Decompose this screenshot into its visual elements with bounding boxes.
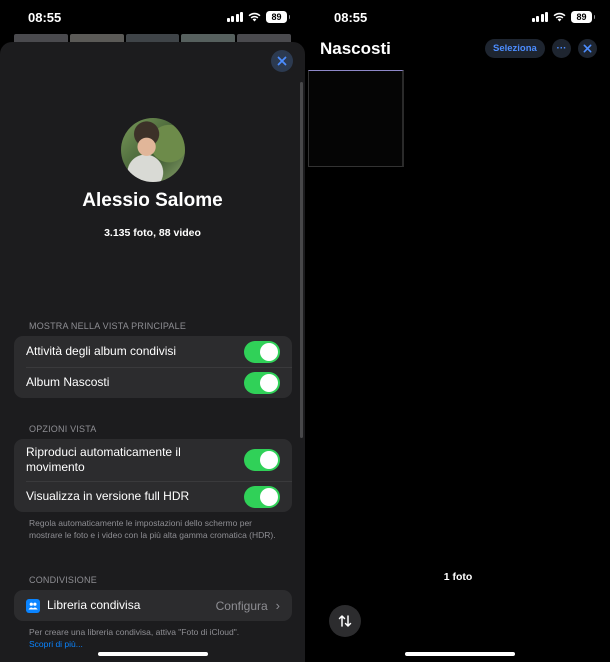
photo-count: 1 foto xyxy=(443,571,473,583)
sort-arrows-icon xyxy=(338,615,352,627)
status-icons: 89 xyxy=(531,11,595,23)
sharing-group: Libreria condivisa Configura › xyxy=(14,590,292,621)
shared-library-footnote: Per creare una libreria condivisa, attiv… xyxy=(29,626,287,650)
section-header-main-view: MOSTRA NELLA VISTA PRINCIPALE xyxy=(29,321,187,331)
row-label: Attività degli album condivisi xyxy=(26,344,177,358)
album-title: Nascosti xyxy=(320,39,391,58)
configure-value: Configura xyxy=(215,598,268,613)
row-label: Visualizza in versione full HDR xyxy=(26,489,190,503)
status-icons: 89 xyxy=(226,11,290,23)
sort-button[interactable] xyxy=(329,605,361,637)
status-time: 08:55 xyxy=(334,10,368,25)
row-shared-album-activity[interactable]: Attività degli album condivisi xyxy=(14,336,292,367)
section-header-sharing: CONDIVISIONE xyxy=(29,575,97,585)
close-icon xyxy=(277,56,287,66)
home-indicator[interactable] xyxy=(98,652,208,656)
wifi-icon xyxy=(248,12,261,22)
status-bar: 08:55 89 xyxy=(0,0,305,34)
library-counts: 3.135 foto, 88 video xyxy=(104,227,201,239)
chevron-right-icon: › xyxy=(275,598,280,613)
cellular-signal-icon xyxy=(226,12,243,22)
close-button[interactable] xyxy=(271,50,293,72)
footnote-text: Per creare una libreria condivisa, attiv… xyxy=(29,627,240,637)
row-full-hdr[interactable]: Visualizza in versione full HDR xyxy=(14,481,292,512)
ellipsis-icon: ··· xyxy=(556,43,567,54)
toggle-hidden-album[interactable] xyxy=(244,371,280,394)
home-indicator[interactable] xyxy=(405,652,515,656)
close-button[interactable] xyxy=(578,39,597,58)
view-options-group: Riproduci automaticamente il movimento V… xyxy=(14,439,292,512)
toggle-shared-album-activity[interactable] xyxy=(244,340,280,363)
shared-library-icon xyxy=(26,598,40,613)
status-time: 08:55 xyxy=(28,10,62,25)
row-label: Riproduci automaticamente il movimento xyxy=(26,445,181,474)
more-button[interactable]: ··· xyxy=(552,39,571,58)
settings-screen: 08:55 89 Alessio Salome 3.135 foto, 88 v… xyxy=(0,0,305,662)
row-shared-library[interactable]: Libreria condivisa Configura › xyxy=(14,590,292,621)
row-label: Album Nascosti xyxy=(26,375,110,389)
row-label: Libreria condivisa xyxy=(47,598,141,612)
close-icon xyxy=(583,44,592,53)
hdr-footnote: Regola automaticamente le impostazioni d… xyxy=(29,518,276,540)
toggle-full-hdr[interactable] xyxy=(244,485,280,508)
battery-icon: 89 xyxy=(266,11,290,23)
learn-more-link[interactable]: Scopri di più... xyxy=(29,639,83,649)
select-button[interactable]: Seleziona xyxy=(485,39,545,58)
profile-sheet: Alessio Salome 3.135 foto, 88 video MOST… xyxy=(0,42,305,662)
avatar[interactable] xyxy=(121,118,185,182)
photo-thumbnail[interactable] xyxy=(308,70,404,167)
main-view-group: Attività degli album condivisi Album Nas… xyxy=(14,336,292,398)
row-autoplay-motion[interactable]: Riproduci automaticamente il movimento xyxy=(14,439,292,481)
profile-name: Alessio Salome xyxy=(82,190,223,211)
row-hidden-album[interactable]: Album Nascosti xyxy=(14,367,292,398)
scroll-indicator[interactable] xyxy=(300,82,303,438)
wifi-icon xyxy=(553,12,566,22)
toggle-autoplay-motion[interactable] xyxy=(244,449,280,471)
battery-icon: 89 xyxy=(571,11,595,23)
hidden-album-screen: 08:55 89 Nascosti Seleziona ··· 1 foto xyxy=(306,0,610,662)
cellular-signal-icon xyxy=(531,12,548,22)
section-header-view-options: OPZIONI VISTA xyxy=(29,424,97,434)
status-bar: 08:55 89 xyxy=(306,0,610,34)
